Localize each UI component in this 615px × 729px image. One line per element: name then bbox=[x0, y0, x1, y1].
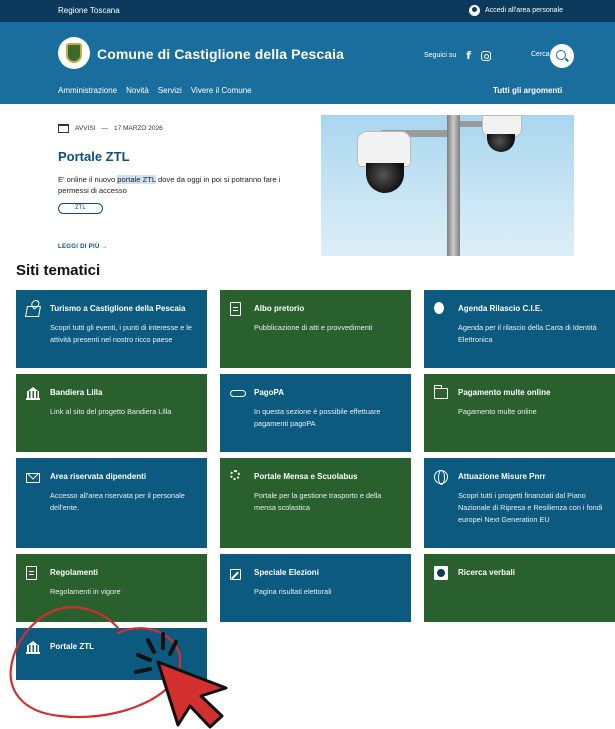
tile-title: PagoPA bbox=[254, 388, 285, 397]
nav-item-servizi[interactable]: Servizi bbox=[158, 86, 182, 95]
tile-desc: Accesso all'area riservata per il person… bbox=[50, 491, 185, 512]
login-label: Accedi all'area personale bbox=[485, 7, 563, 14]
tile-desc: Pagina risultati elettorali bbox=[254, 587, 332, 596]
tile-bandiera-lilla[interactable]: Bandiera Lilla Link al sito del progetto… bbox=[16, 374, 207, 452]
tile-desc: Agenda per il rilascio della Carta di Id… bbox=[458, 323, 597, 344]
tile-title: Bandiera Lilla bbox=[50, 388, 103, 397]
mail-icon bbox=[26, 473, 40, 483]
facebook-icon[interactable]: f bbox=[466, 49, 471, 62]
tile-agenda-cie[interactable]: Agenda Rilascio C.I.E. Agenda per il ril… bbox=[424, 290, 615, 368]
news-description: E' online il nuovo portale ZTL dove da o… bbox=[58, 174, 288, 196]
tile-albo-pretorio[interactable]: Albo pretorio Pubblicazione di atti e pr… bbox=[220, 290, 411, 368]
calendar-icon bbox=[58, 124, 69, 133]
building-icon bbox=[26, 386, 40, 400]
tile-desc: Scopri tutti gli eventi, i punti di inte… bbox=[50, 323, 192, 344]
meta-separator: — bbox=[101, 125, 108, 132]
document-icon bbox=[230, 302, 241, 316]
tile-desc: In questa sezione è possibile effettuare… bbox=[254, 407, 381, 428]
gear-icon bbox=[230, 470, 240, 480]
tile-title: Area riservata dipendenti bbox=[50, 472, 147, 481]
news-meta: AVVISI — 17 MARZO 2026 bbox=[58, 124, 308, 133]
pencil-icon bbox=[230, 569, 241, 580]
tile-desc: Scopri tutti i progetti finanziati dal P… bbox=[458, 491, 603, 524]
user-avatar-icon bbox=[469, 5, 480, 16]
top-bar: Regione Toscana Accedi all'area personal… bbox=[0, 0, 615, 22]
camera-housing bbox=[357, 131, 411, 167]
tile-title: Regolamenti bbox=[50, 568, 99, 577]
news-card: AVVISI — 17 MARZO 2026 Portale ZTL E' on… bbox=[58, 124, 308, 214]
tile-desc: Pagamento multe online bbox=[458, 407, 537, 416]
tile-mensa-scuolabus[interactable]: Portale Mensa e Scuolabus Portale per la… bbox=[220, 458, 411, 548]
building-icon bbox=[26, 640, 40, 654]
folder-icon bbox=[434, 385, 448, 399]
tile-area-riservata[interactable]: Area riservata dipendenti Accesso all'ar… bbox=[16, 458, 207, 548]
tile-title: Ricerca verbali bbox=[458, 568, 515, 577]
region-link[interactable]: Regione Toscana bbox=[58, 6, 120, 15]
tile-speciale-elezioni[interactable]: Speciale Elezioni Pagina risultati elett… bbox=[220, 554, 411, 622]
main-nav: Amministrazione Novità Servizi Vivere il… bbox=[58, 86, 252, 95]
news-category[interactable]: AVVISI bbox=[75, 125, 95, 132]
tile-pagamento-multe[interactable]: Pagamento multe online Pagamento multe o… bbox=[424, 374, 615, 452]
read-more-link[interactable]: LEGGI DI PIÙ → bbox=[58, 244, 108, 250]
camera-dome bbox=[366, 163, 404, 193]
tile-title: Pagamento multe online bbox=[458, 388, 551, 397]
login-link[interactable]: Accedi all'area personale bbox=[469, 5, 563, 16]
news-image-cctv-cameras bbox=[321, 115, 574, 256]
badge-icon bbox=[434, 566, 448, 580]
desc-highlight: portale ZTL bbox=[117, 175, 156, 184]
desc-text: E' online il nuovo bbox=[58, 175, 118, 184]
tile-pnrr[interactable]: Attuazione Misure Pnrr Scopri tutti i pr… bbox=[424, 458, 615, 548]
tile-portale-ztl[interactable]: Portale ZTL bbox=[16, 628, 207, 680]
camera-pole bbox=[447, 115, 460, 256]
tag-ztl[interactable]: ZTL bbox=[58, 203, 103, 214]
nav-item-all-topics[interactable]: Tutti gli argomenti bbox=[493, 86, 562, 95]
id-card-icon bbox=[434, 302, 444, 314]
pagopa-icon bbox=[230, 390, 246, 397]
nav-item-novita[interactable]: Novità bbox=[126, 86, 149, 95]
tile-desc: Regolamenti in vigore bbox=[50, 587, 121, 596]
news-title[interactable]: Portale ZTL bbox=[58, 149, 308, 164]
tile-desc: Portale per la gestione trasporto e dell… bbox=[254, 491, 382, 512]
tile-title: Portale Mensa e Scuolabus bbox=[254, 472, 358, 481]
tile-title: Turismo a Castiglione della Pescaia bbox=[50, 304, 186, 313]
tile-desc: Pubblicazione di atti e provvedimenti bbox=[254, 323, 373, 332]
tile-regolamenti[interactable]: Regolamenti Regolamenti in vigore bbox=[16, 554, 207, 622]
nav-item-vivere-il-comune[interactable]: Vivere il Comune bbox=[191, 86, 252, 95]
tile-title: Attuazione Misure Pnrr bbox=[458, 472, 546, 481]
section-title: Siti tematici bbox=[16, 262, 101, 279]
document-icon bbox=[26, 566, 37, 580]
tile-ricerca-verbali[interactable]: Ricerca verbali bbox=[424, 554, 615, 622]
tile-title: Speciale Elezioni bbox=[254, 568, 319, 577]
map-icon bbox=[25, 306, 41, 317]
search-button[interactable] bbox=[550, 44, 574, 68]
tile-desc: Link al sito del progetto Bandiera Lilla bbox=[50, 407, 172, 416]
tile-pagopa[interactable]: PagoPA In questa sezione è possibile eff… bbox=[220, 374, 411, 452]
tile-title: Agenda Rilascio C.I.E. bbox=[458, 304, 543, 313]
tile-turismo[interactable]: Turismo a Castiglione della Pescaia Scop… bbox=[16, 290, 207, 368]
nav-item-amministrazione[interactable]: Amministrazione bbox=[58, 86, 117, 95]
municipality-logo[interactable] bbox=[58, 37, 90, 69]
camera-dome bbox=[487, 134, 515, 152]
instagram-icon[interactable] bbox=[481, 50, 492, 61]
social-links: Seguici su f bbox=[424, 49, 492, 62]
globe-icon bbox=[434, 470, 448, 485]
tile-title: Portale ZTL bbox=[50, 642, 95, 651]
tile-title: Albo pretorio bbox=[254, 304, 305, 313]
crest-icon bbox=[66, 43, 82, 63]
news-date: 17 MARZO 2026 bbox=[113, 125, 163, 132]
follow-label: Seguici su bbox=[424, 52, 457, 59]
site-header: Comune di Castiglione della Pescaia Segu… bbox=[0, 22, 615, 104]
site-title[interactable]: Comune di Castiglione della Pescaia bbox=[97, 46, 344, 62]
search-label: Cerca bbox=[531, 51, 550, 58]
